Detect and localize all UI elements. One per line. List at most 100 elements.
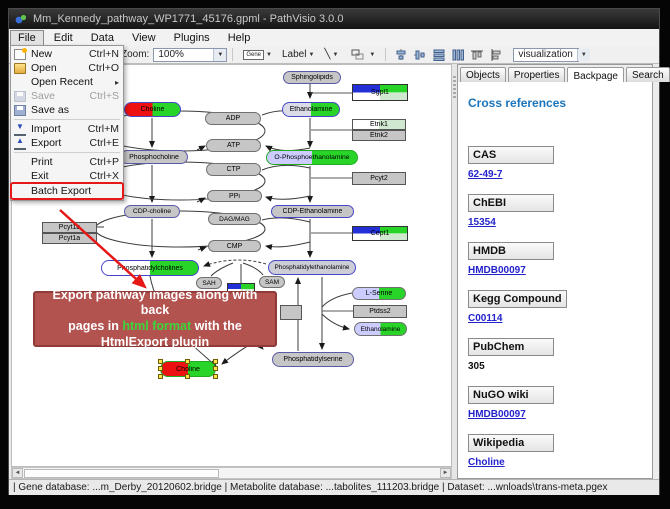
splitter-grip-icon xyxy=(453,76,456,98)
node-cept1[interactable]: Cept1 xyxy=(352,226,408,241)
selection-handle[interactable] xyxy=(158,366,163,371)
scroll-left-button[interactable]: ◄ xyxy=(12,468,23,478)
xref-link[interactable]: Choline xyxy=(468,457,505,468)
zoom-combobox[interactable]: 100% ▼ xyxy=(153,48,227,62)
xref-link[interactable]: C00114 xyxy=(468,313,502,324)
app-icon xyxy=(15,13,27,25)
dropdown-caret-icon: ▼ xyxy=(332,52,338,58)
dropdown-caret-icon: ▼ xyxy=(266,52,272,58)
file-menu-item-import[interactable]: ImportCtrl+M xyxy=(11,122,123,136)
node-sam[interactable]: SAM xyxy=(259,276,285,288)
selection-handle[interactable] xyxy=(213,374,218,379)
menu-item-shortcut: Ctrl+P xyxy=(90,156,119,168)
selection-handle[interactable] xyxy=(158,359,163,364)
menu-edit[interactable]: Edit xyxy=(46,30,81,46)
visualization-combobox[interactable]: visualization ▼ xyxy=(513,48,579,62)
align-left-button[interactable] xyxy=(489,48,502,61)
node-label: Pcyt1b xyxy=(59,224,80,231)
node-gene-box-hidden[interactable] xyxy=(280,305,302,320)
node-choline-top[interactable]: Choline xyxy=(124,102,181,117)
file-menu-item-print[interactable]: PrintCtrl+P xyxy=(11,155,123,169)
node-phosphatidylserine[interactable]: Phosphatidylserine xyxy=(272,352,354,367)
node-atp[interactable]: ATP xyxy=(206,139,261,152)
add-datanode-button[interactable]: Gene ▼ xyxy=(239,48,276,62)
menu-icon-spacer xyxy=(14,157,26,168)
file-menu-item-exit[interactable]: ExitCtrl+X xyxy=(11,169,123,183)
shape-tool-button[interactable]: ▼ xyxy=(344,46,379,63)
node-phosphatidylethanolamine[interactable]: Phosphatidylethanolamine xyxy=(268,260,356,275)
xref-link[interactable]: HMDB00097 xyxy=(468,409,526,420)
file-menu-item-save[interactable]: SaveCtrl+S xyxy=(11,89,123,103)
node-label: Pcyt2 xyxy=(370,175,388,182)
node-choline-selected[interactable]: Choline xyxy=(160,361,216,377)
menu-item-shortcut: Ctrl+S xyxy=(90,90,119,102)
node-cmp[interactable]: CMP xyxy=(208,240,261,252)
xref-source-wikipedia: Wikipedia xyxy=(468,434,554,452)
selection-handle[interactable] xyxy=(158,374,163,379)
node-sah[interactable]: SAH xyxy=(196,277,222,289)
selection-handle[interactable] xyxy=(213,359,218,364)
menu-file[interactable]: File xyxy=(10,30,44,46)
file-menu-item-save-as[interactable]: Save as xyxy=(11,103,123,117)
node-label: Ethanolamine xyxy=(361,326,401,333)
node-etnk1[interactable]: Etnk1 xyxy=(352,119,406,130)
node-cdp-ethanolamine[interactable]: CDP-Ethanolamine xyxy=(271,205,354,218)
node-pcyt2[interactable]: Pcyt2 xyxy=(352,172,406,185)
selection-handle[interactable] xyxy=(185,359,190,364)
node-sgpl1[interactable]: Sgpl1 xyxy=(352,84,408,101)
node-cdp-choline[interactable]: CDP-choline xyxy=(124,205,180,218)
tab-backpage[interactable]: Backpage xyxy=(567,67,623,83)
file-menu-item-export[interactable]: ExportCtrl+E xyxy=(11,136,123,150)
node-pemt[interactable] xyxy=(227,283,255,295)
xref-link[interactable]: HMDB00097 xyxy=(468,265,526,276)
menu-item-shortcut: Ctrl+X xyxy=(90,170,119,182)
node-label: Choline xyxy=(141,106,165,113)
node-ppi[interactable]: PPi xyxy=(207,190,262,202)
selection-handle[interactable] xyxy=(213,366,218,371)
node-adp[interactable]: ADP xyxy=(205,112,261,125)
menu-help[interactable]: Help xyxy=(220,30,259,46)
node-phosphocholine[interactable]: Phosphocholine xyxy=(120,150,188,164)
node-pcyt1b[interactable]: Pcyt1b xyxy=(42,222,97,233)
node-phosphatidylcholines[interactable]: Phosphatidylcholines xyxy=(101,260,199,276)
scroll-right-button[interactable]: ► xyxy=(440,468,451,478)
distribute-vertical-button[interactable] xyxy=(432,48,445,61)
node-ethanolamine-bottom[interactable]: Ethanolamine xyxy=(354,322,407,336)
node-dag[interactable]: DAG/MAG xyxy=(208,213,261,225)
tab-objects[interactable]: Objects xyxy=(460,67,506,82)
node-label: Choline xyxy=(176,366,200,373)
menu-item-label: Open Recent xyxy=(31,76,115,88)
file-menu-item-batch-export[interactable]: Batch Export xyxy=(11,183,123,199)
node-o-phosphoethanolamine[interactable]: O-Phosphoethanolamine xyxy=(266,150,358,165)
menu-plugins[interactable]: Plugins xyxy=(166,30,218,46)
node-l-serine[interactable]: L-Serine xyxy=(352,287,406,300)
align-center-x-button[interactable] xyxy=(394,48,407,61)
node-etnk2[interactable]: Etnk2 xyxy=(352,130,406,141)
node-pcyt1a[interactable]: Pcyt1a xyxy=(42,233,97,244)
node-ethanolamine-top[interactable]: Ethanolamine xyxy=(282,102,340,117)
line-tool-button[interactable]: ╲ ▼ xyxy=(320,47,342,62)
xref-link[interactable]: 62-49-7 xyxy=(468,169,502,180)
node-label: Phosphatidylserine xyxy=(283,356,342,363)
node-sphingolipids[interactable]: Sphingolipids xyxy=(283,71,341,84)
add-label-button[interactable]: Label ▼ xyxy=(278,47,318,62)
distribute-horizontal-button[interactable] xyxy=(451,48,464,61)
node-ptdss2[interactable]: Ptdss2 xyxy=(353,305,407,318)
tab-search[interactable]: Search xyxy=(626,67,670,82)
tab-properties[interactable]: Properties xyxy=(508,67,566,82)
menu-view[interactable]: View xyxy=(124,30,164,46)
xref-source-nugo-wiki: NuGO wiki xyxy=(468,386,554,404)
file-menu-item-open-recent[interactable]: Open Recent▸ xyxy=(11,75,123,89)
node-ctp[interactable]: CTP xyxy=(206,163,261,176)
scrollbar-thumb[interactable] xyxy=(24,469,219,478)
align-center-y-button[interactable] xyxy=(413,48,426,61)
align-top-button[interactable] xyxy=(470,48,483,61)
menu-data[interactable]: Data xyxy=(83,30,122,46)
horizontal-scrollbar[interactable]: ◄ ► xyxy=(11,467,452,479)
file-menu-item-new[interactable]: NewCtrl+N xyxy=(11,47,123,61)
cross-references-heading: Cross references xyxy=(468,96,642,110)
node-label: Cept1 xyxy=(371,230,390,237)
selection-handle[interactable] xyxy=(185,374,190,379)
file-menu-item-open[interactable]: OpenCtrl+O xyxy=(11,61,123,75)
xref-link[interactable]: 15354 xyxy=(468,217,496,228)
